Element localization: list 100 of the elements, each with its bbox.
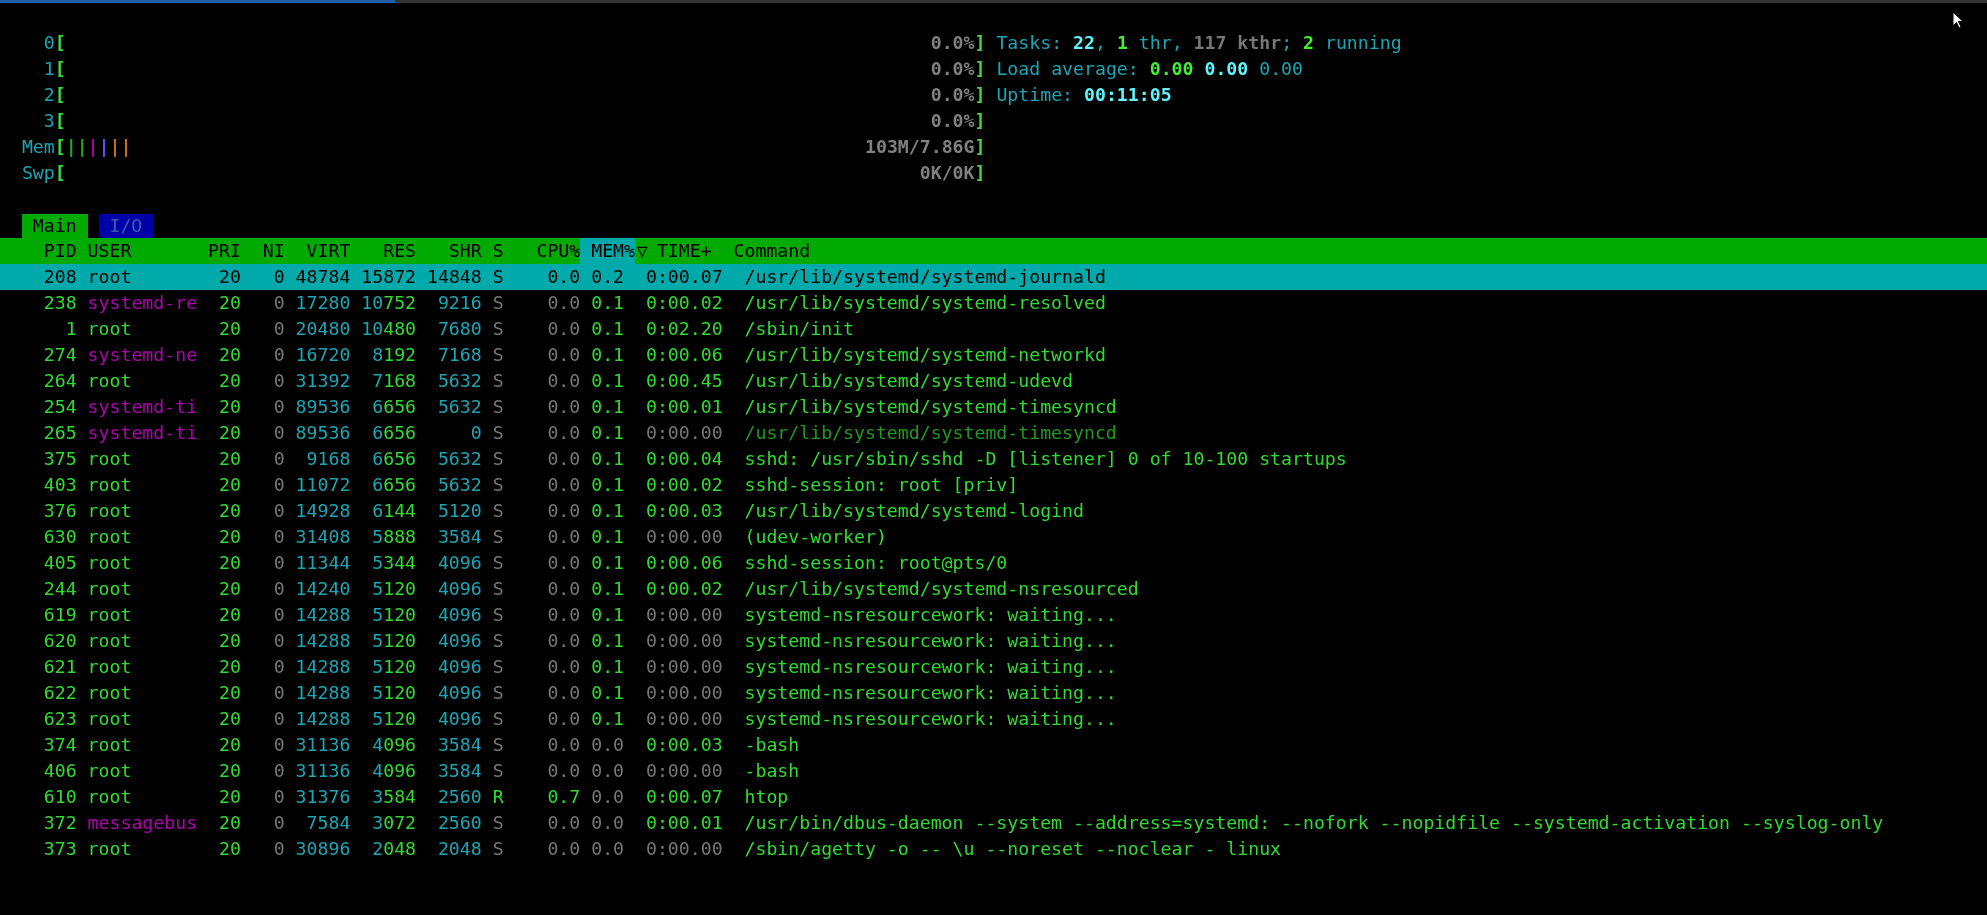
process-row[interactable]: 406 root 20 0 31136 4096 3584 S 0.0 0.0 0:00.00 -bash: [0, 758, 1987, 784]
user-cell-text: root: [86, 317, 133, 341]
mem-cell-text: 0.1: [590, 473, 625, 497]
process-row[interactable]: 619 root 20 0 14288 5120 4096 S 0.0 0.1 0:00.00 systemd-nsresourcework: waiting...: [0, 602, 1987, 628]
priority-cell-text: 20: [217, 265, 241, 289]
cpu-cell-text: 0.0: [546, 577, 581, 601]
process-row[interactable]: 244 root 20 0 14240 5120 4096 S 0.0 0.1 0:00.02 /usr/lib/systemd/systemd-nsresourced: [0, 576, 1987, 602]
pid-cell-text: 208: [42, 265, 77, 289]
tab[interactable]: Main: [21, 214, 88, 238]
time-cell-text: 0:00.00: [644, 525, 723, 549]
shr-cell-text: 5632: [436, 395, 482, 419]
pid-cell-text: 254: [42, 395, 77, 419]
pid-header[interactable]: PID: [0, 238, 77, 264]
command-header[interactable]: Command: [711, 238, 1987, 264]
process-row[interactable]: 274 systemd-ne 20 0 16720 8192 7168 S 0.0 0.1 0:00.06 /usr/lib/systemd/systemd-networkd: [0, 342, 1987, 368]
nice-cell-text: 0: [272, 421, 285, 445]
user-cell-text: root: [86, 759, 133, 783]
priority-cell-text: 20: [217, 785, 241, 809]
process-row[interactable]: 238 systemd-re 20 0 17280 10752 9216 S 0.0 0.1 0:00.02 /usr/lib/systemd/systemd-resolved: [0, 290, 1987, 316]
pid-cell-text: 621: [42, 655, 77, 679]
mem-cell-text: 0.1: [590, 317, 625, 341]
cpu-cell-text: 0.0: [546, 655, 581, 679]
command-cell-text: /usr/lib/systemd/systemd-timesyncd: [743, 421, 1118, 445]
user-cell-text: messagebus: [86, 811, 198, 835]
process-row[interactable]: 623 root 20 0 14288 5120 4096 S 0.0 0.1 0:00.00 systemd-nsresourcework: waiting...: [0, 706, 1987, 732]
process-row[interactable]: 610 root 20 0 31376 3584 2560 R 0.7 0.0 0:00.07 htop: [0, 784, 1987, 810]
process-row[interactable]: 405 root 20 0 11344 5344 4096 S 0.0 0.1 0:00.06 sshd-session: root@pts/0: [0, 550, 1987, 576]
process-row[interactable]: 620 root 20 0 14288 5120 4096 S 0.0 0.1 0:00.00 systemd-nsresourcework: waiting...: [0, 628, 1987, 654]
virt-cell-text: 11072: [294, 473, 351, 497]
meter-bracket: ]: [974, 83, 986, 107]
process-row[interactable]: 372 messagebus 20 0 7584 3072 2560 S 0.0 0.0 0:00.01 /usr/bin/dbus-daemon --system --address=systemd: --nofork --nopidfile --systemd-activation --syslog-only: [0, 810, 1987, 836]
pid-cell-text: 265: [42, 421, 77, 445]
nice-cell-text: 0: [272, 395, 285, 419]
res-cell-text: 5120: [371, 681, 417, 705]
process-row[interactable]: 1 root 20 0 20480 10480 7680 S 0.0 0.1 0:02.20 /sbin/init: [0, 316, 1987, 342]
user-cell-text: systemd-ti: [86, 421, 198, 445]
pid-cell-text: 1: [64, 317, 77, 341]
meter-bracket: ]: [974, 135, 986, 159]
cpu-cell-text: 0.0: [546, 707, 581, 731]
process-row[interactable]: 374 root 20 0 31136 4096 3584 S 0.0 0.0 0:00.03 -bash: [0, 732, 1987, 758]
res-header[interactable]: RES: [350, 238, 417, 264]
time-cell-text: 0:00.06: [644, 343, 723, 367]
process-row[interactable]: 621 root 20 0 14288 5120 4096 S 0.0 0.1 0:00.00 systemd-nsresourcework: waiting...: [0, 654, 1987, 680]
meter-bar-text: |: [76, 135, 88, 159]
process-row[interactable]: 265 systemd-ti 20 0 89536 6656 0 S 0.0 0.1 0:00.00 /usr/lib/systemd/systemd-timesyncd: [0, 420, 1987, 446]
mem-header[interactable]: MEM%: [580, 238, 635, 264]
state-header[interactable]: S: [481, 238, 504, 264]
user-header[interactable]: USER: [76, 238, 198, 264]
time-cell-text: 0:00.02: [644, 291, 723, 315]
priority-cell-text: 20: [217, 655, 241, 679]
user-cell-text: root: [86, 733, 133, 757]
mem-cell-text: 0.1: [590, 395, 625, 419]
priority-cell-text: 20: [217, 759, 241, 783]
user-cell-text: systemd-ti: [86, 395, 198, 419]
nice-cell-text: 0: [272, 785, 285, 809]
meter-value: 0.0%: [930, 83, 975, 107]
time-header[interactable]: TIME+: [649, 238, 712, 264]
meter-bracket: [: [54, 57, 66, 81]
nice-cell-text: 0: [272, 473, 285, 497]
nice-cell-text: 0: [272, 369, 285, 393]
nice-header[interactable]: NI: [240, 238, 285, 264]
process-row[interactable]: 630 root 20 0 31408 5888 3584 S 0.0 0.1 0:00.00 (udev-worker): [0, 524, 1987, 550]
user-cell-text: root: [86, 707, 133, 731]
process-row[interactable]: 375 root 20 0 9168 6656 5632 S 0.0 0.1 0:00.04 sshd: /usr/sbin/sshd -D [listener] 0 of 10-100 startups: [0, 446, 1987, 472]
shr-header[interactable]: SHR: [416, 238, 482, 264]
command-cell-text: -bash: [743, 759, 801, 783]
priority-cell-text: 20: [217, 707, 241, 731]
virt-cell-text: 14928: [294, 499, 351, 523]
nice-cell-text: 0: [272, 837, 285, 861]
priority-header[interactable]: PRI: [197, 238, 241, 264]
shr-cell-text: 5120: [436, 499, 482, 523]
command-cell-text: /usr/lib/systemd/systemd-resolved: [743, 291, 1107, 315]
process-row[interactable]: 376 root 20 0 14928 6144 5120 S 0.0 0.1 0:00.03 /usr/lib/systemd/systemd-logind: [0, 498, 1987, 524]
virt-cell-text: 9168: [305, 447, 351, 471]
nice-cell-text: 0: [272, 577, 285, 601]
mem-cell-text: 0.0: [590, 785, 625, 809]
process-row[interactable]: 254 systemd-ti 20 0 89536 6656 5632 S 0.0 0.1 0:00.01 /usr/lib/systemd/systemd-timesyncd: [0, 394, 1987, 420]
meter-label: Swp: [21, 161, 55, 185]
process-row[interactable]: 373 root 20 0 30896 2048 2048 S 0.0 0.0 0:00.00 /sbin/agetty -o -- \u --noreset --noclear - linux: [0, 836, 1987, 862]
state-cell-text: S: [491, 629, 504, 653]
process-row[interactable]: 264 root 20 0 31392 7168 5632 S 0.0 0.1 0:00.45 /usr/lib/systemd/systemd-udevd: [0, 368, 1987, 394]
mem-cell-text: 0.1: [590, 603, 625, 627]
nice-cell-text: 0: [272, 265, 285, 289]
pid-cell-text: 375: [42, 447, 77, 471]
state-cell-text: S: [491, 655, 504, 679]
process-row[interactable]: 208 root 20 0 48784 15872 14848 S 0.0 0.2 0:00.07 /usr/lib/systemd/systemd-journald: [0, 264, 1987, 290]
priority-cell-text: 20: [217, 733, 241, 757]
user-cell-text: systemd-re: [86, 291, 198, 315]
priority-cell-text: 20: [217, 447, 241, 471]
virt-cell-text: 17280: [294, 291, 351, 315]
shr-cell-text: 4096: [436, 681, 482, 705]
process-row[interactable]: 622 root 20 0 14288 5120 4096 S 0.0 0.1 0:00.00 systemd-nsresourcework: waiting...: [0, 680, 1987, 706]
cpu-cell-text: 0.0: [546, 265, 581, 289]
virt-header[interactable]: VIRT: [284, 238, 351, 264]
cpu-header[interactable]: CPU%: [503, 238, 581, 264]
priority-cell-text: 20: [217, 837, 241, 861]
virt-cell-text: 14288: [294, 655, 351, 679]
process-row[interactable]: 403 root 20 0 11072 6656 5632 S 0.0 0.1 0:00.02 sshd-session: root [priv]: [0, 472, 1987, 498]
cpu-cell-text: 0.0: [546, 733, 581, 757]
mem-cell-text: 0.1: [590, 343, 625, 367]
